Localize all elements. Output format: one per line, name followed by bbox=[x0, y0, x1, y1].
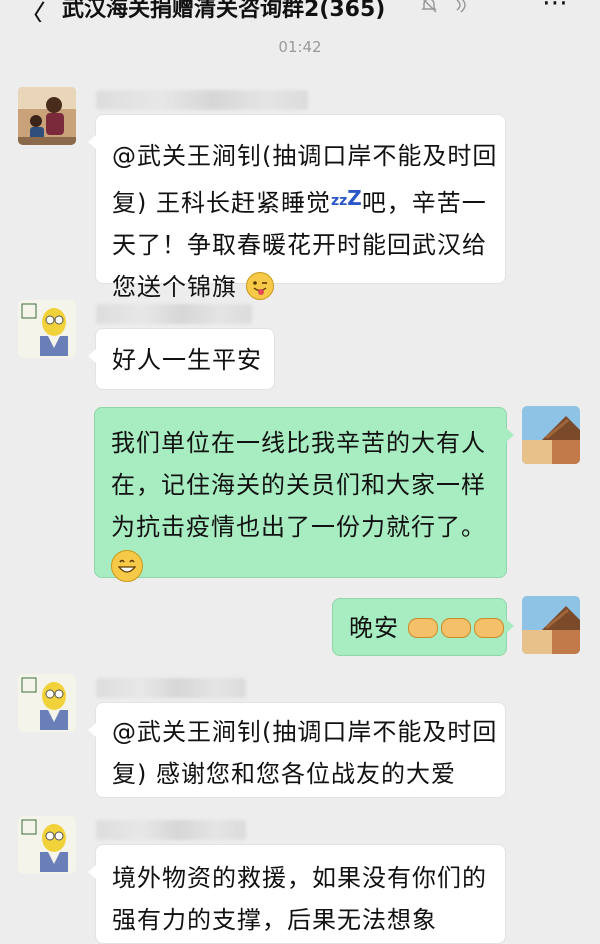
message-bubble-outgoing[interactable]: 晚安 bbox=[332, 598, 514, 656]
message-text: 我们单位在一线比我辛苦的大有人 bbox=[111, 429, 486, 457]
message-timestamp: 01:42 bbox=[278, 38, 322, 56]
my-avatar[interactable] bbox=[522, 406, 580, 464]
sleep-zzz-icon: zzZ bbox=[331, 186, 362, 210]
message-text: 为抗击疫情也出了一份力就行了。 bbox=[111, 513, 486, 541]
message-text-line bbox=[111, 548, 490, 590]
sender-avatar[interactable] bbox=[18, 674, 76, 732]
handshake-icon bbox=[473, 618, 504, 638]
tongue-wink-emoji-icon bbox=[245, 272, 274, 300]
sender-name-blurred bbox=[96, 678, 246, 698]
sender-avatar[interactable] bbox=[18, 300, 76, 358]
chat-header: 〈 武汉海关捐赠清关咨询群2(365) ⋯ bbox=[0, 0, 600, 22]
message-text-line: 复) 王科长赶紧睡觉zzZ吧，辛苦一 bbox=[112, 177, 489, 224]
message-text: 天了！争取春暖花开时能回武汉给 bbox=[112, 231, 487, 259]
sender-name-blurred bbox=[96, 90, 308, 110]
more-menu-icon[interactable]: ⋯ bbox=[542, 0, 570, 18]
sender-avatar[interactable] bbox=[18, 87, 76, 145]
header-status-icons bbox=[420, 0, 477, 18]
message-bubble[interactable]: 好人一生平安 bbox=[88, 328, 275, 390]
handshake-icon bbox=[440, 618, 471, 638]
sender-name-blurred bbox=[96, 304, 252, 324]
message-text: 境外物资的救援，如果没有你们的 bbox=[112, 864, 487, 892]
message-text-line: 晚安 bbox=[349, 607, 504, 649]
sender-avatar[interactable] bbox=[18, 816, 76, 874]
message-text: 复) 感谢您和您各位战友的大爱 bbox=[112, 760, 456, 788]
sender-name-blurred bbox=[96, 820, 246, 840]
message-text: 吧，辛苦一 bbox=[361, 189, 487, 217]
message-text: 您送个锦旗 bbox=[112, 273, 237, 301]
grin-emoji-icon bbox=[111, 550, 143, 582]
message-text: @武关王涧钊(抽调口岸不能及时回 bbox=[112, 718, 498, 746]
message-bubble[interactable]: @武关王涧钊(抽调口岸不能及时回 复) 王科长赶紧睡觉zzZ吧，辛苦一 天了！争… bbox=[88, 114, 506, 301]
message-text: 好人一生平安 bbox=[112, 346, 262, 374]
mute-bell-icon bbox=[420, 0, 438, 14]
zzz-small: zz bbox=[331, 193, 348, 209]
chat-title: 武汉海关捐赠清关咨询群2(365) bbox=[62, 0, 386, 22]
message-text-line: 您送个锦旗 bbox=[112, 266, 489, 308]
zzz-big: Z bbox=[347, 186, 362, 210]
message-text: 复) 王科长赶紧睡觉 bbox=[112, 189, 331, 217]
my-avatar[interactable] bbox=[522, 596, 580, 654]
message-text: 在，记住海关的关员们和大家一样 bbox=[111, 471, 486, 499]
message-bubble[interactable]: 境外物资的救援，如果没有你们的 强有力的支撑，后果无法想象 bbox=[88, 844, 506, 944]
handshake-icon bbox=[407, 618, 438, 638]
message-bubble-outgoing[interactable]: 我们单位在一线比我辛苦的大有人 在，记住海关的关员们和大家一样 为抗击疫情也出了… bbox=[94, 407, 514, 582]
message-bubble[interactable]: @武关王涧钊(抽调口岸不能及时回 复) 感谢您和您各位战友的大爱 bbox=[88, 702, 506, 798]
message-text: 强有力的支撑，后果无法想象 bbox=[112, 906, 437, 934]
back-arrow-icon[interactable]: 〈 bbox=[18, 0, 46, 22]
message-text: 晚安 bbox=[349, 614, 399, 642]
voice-icon bbox=[451, 0, 469, 14]
message-text: @武关王涧钊(抽调口岸不能及时回 bbox=[112, 142, 498, 170]
